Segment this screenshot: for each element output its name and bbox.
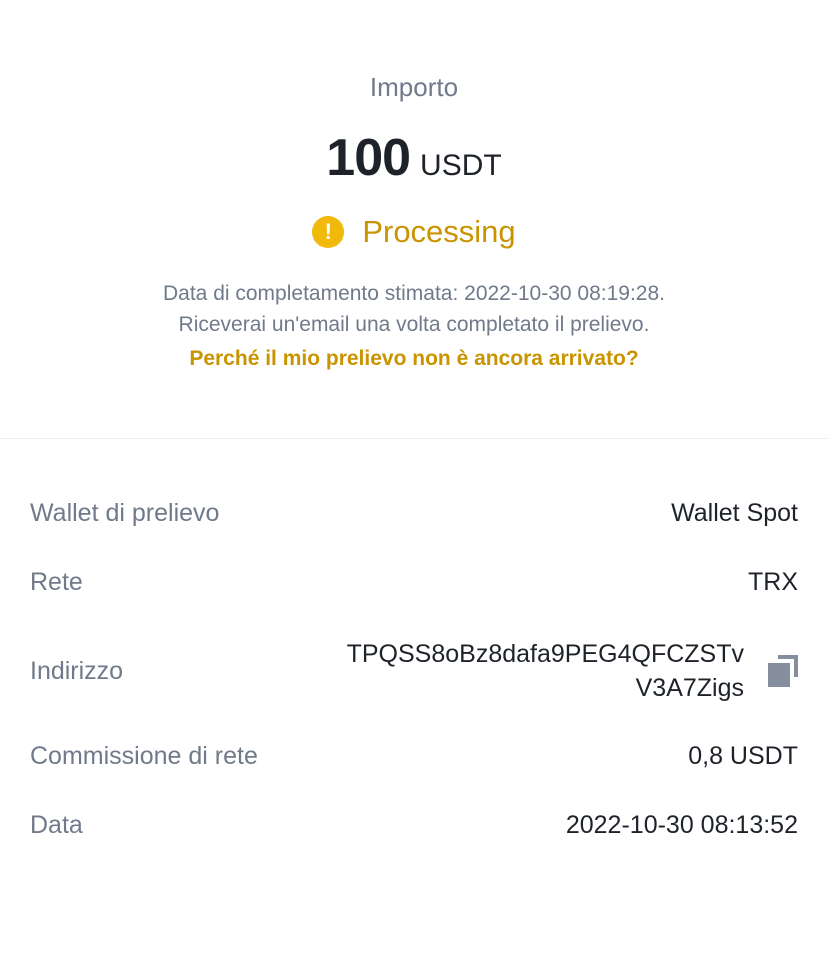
email-notice-text: Riceverai un'email una volta completato … <box>178 313 650 336</box>
detail-row-wallet: Wallet di prelievo Wallet Spot <box>30 499 798 528</box>
wallet-label: Wallet di prelievo <box>30 499 220 527</box>
address-value: TPQSS8oBz8dafa9PEG4QFCZSTv V3A7Zigs <box>347 637 744 705</box>
withdrawal-summary: Importo 100 USDT ! Processing Data di co… <box>0 0 828 438</box>
fee-value: 0,8 USDT <box>688 742 798 770</box>
address-value-group: TPQSS8oBz8dafa9PEG4QFCZSTv V3A7Zigs <box>347 637 798 705</box>
estimated-completion-text: Data di completamento stimata: 2022-10-3… <box>163 282 665 305</box>
amount-value: 100 <box>326 129 411 187</box>
copy-icon[interactable] <box>768 655 798 687</box>
address-line-2: V3A7Zigs <box>635 674 744 702</box>
date-value: 2022-10-30 08:13:52 <box>565 811 798 839</box>
fee-label: Commissione di rete <box>30 742 258 770</box>
address-label: Indirizzo <box>30 656 124 685</box>
amount-unit: USDT <box>420 149 502 182</box>
detail-row-date: Data 2022-10-30 08:13:52 <box>30 811 798 840</box>
detail-row-network: Rete TRX <box>30 568 798 597</box>
date-label: Data <box>30 811 83 839</box>
warning-icon: ! <box>312 216 345 248</box>
network-value: TRX <box>748 568 798 596</box>
status-text: Processing <box>362 214 516 249</box>
detail-row-address: Indirizzo TPQSS8oBz8dafa9PEG4QFCZSTv V3A… <box>30 637 798 705</box>
wallet-value: Wallet Spot <box>671 499 798 527</box>
amount: 100 USDT <box>0 128 828 188</box>
status: ! Processing <box>0 214 828 250</box>
address-line-1: TPQSS8oBz8dafa9PEG4QFCZSTv <box>346 640 744 668</box>
detail-row-fee: Commissione di rete 0,8 USDT <box>30 742 798 771</box>
help-link[interactable]: Perché il mio prelievo non è ancora arri… <box>0 347 828 371</box>
amount-label: Importo <box>369 72 459 102</box>
network-label: Rete <box>30 568 83 596</box>
divider <box>0 438 828 439</box>
